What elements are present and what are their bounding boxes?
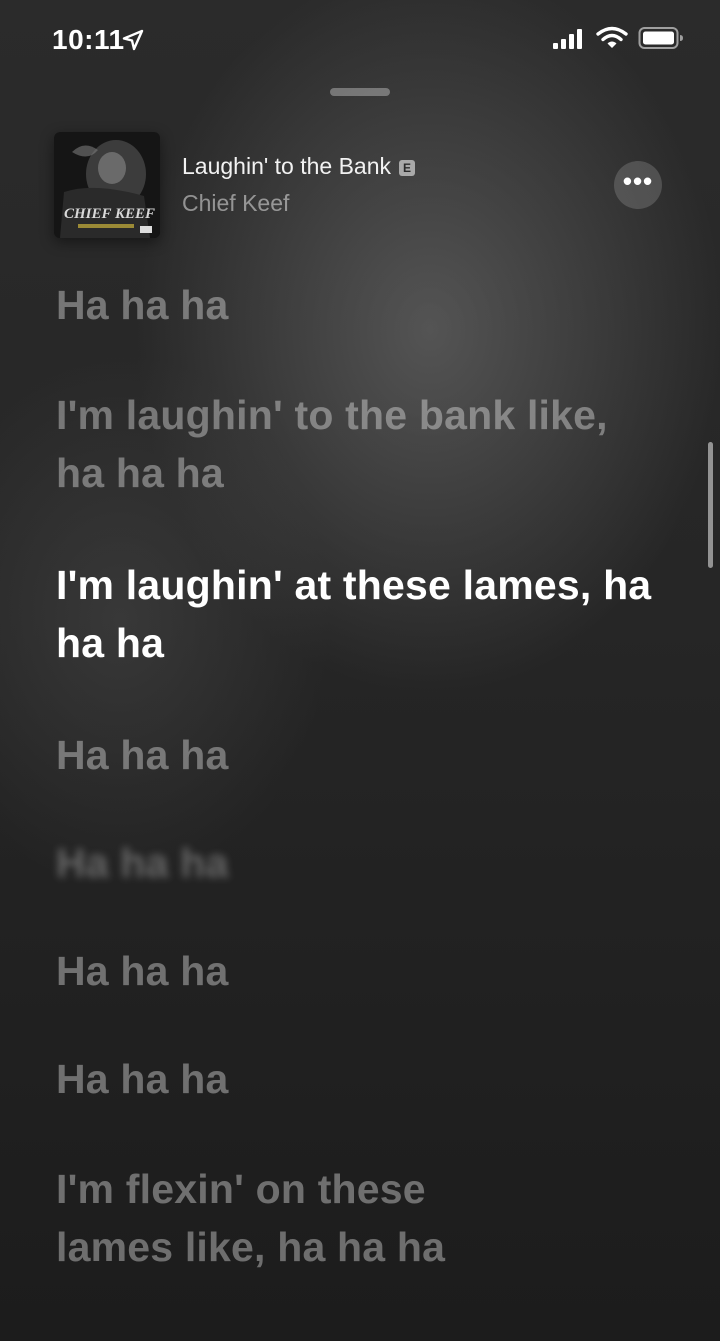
lyric-line[interactable]: Ha ha ha <box>56 1050 656 1108</box>
lyric-line-active[interactable]: I'm laughin' at these lames, ha ha ha <box>56 556 656 672</box>
lyrics-screen: 10:11 CHIEF KEEF Laughin' to the Bank E … <box>0 0 720 1341</box>
lyric-line[interactable]: Ha ha ha <box>56 276 656 334</box>
location-arrow-icon <box>122 29 144 51</box>
album-artwork[interactable]: CHIEF KEEF <box>54 132 160 238</box>
battery-icon <box>638 26 684 50</box>
sheet-grabber-handle[interactable] <box>330 88 390 96</box>
lyric-line[interactable]: Ha ha ha <box>56 942 656 1000</box>
wifi-icon <box>596 26 628 50</box>
song-title-text: Laughin' to the Bank <box>182 153 391 179</box>
cellular-signal-icon <box>552 28 586 50</box>
more-options-button[interactable]: ••• <box>614 161 662 209</box>
album-art-text: CHIEF KEEF <box>64 206 155 222</box>
lyric-line[interactable]: Ha ha ha <box>56 726 656 784</box>
song-title[interactable]: Laughin' to the Bank E <box>182 153 415 180</box>
lyric-line[interactable]: I'm flexin' on these lames like, ha ha h… <box>56 1160 526 1276</box>
lyric-line[interactable]: I'm laughin' to the bank like, ha ha ha <box>56 386 656 502</box>
artist-name[interactable]: Chief Keef <box>182 190 289 217</box>
status-bar: 10:11 <box>0 0 720 80</box>
scroll-indicator[interactable] <box>708 442 713 568</box>
lyric-line-blurred[interactable]: Ha ha ha <box>56 834 656 892</box>
explicit-badge: E <box>399 160 415 176</box>
status-time: 10:11 <box>52 24 125 55</box>
